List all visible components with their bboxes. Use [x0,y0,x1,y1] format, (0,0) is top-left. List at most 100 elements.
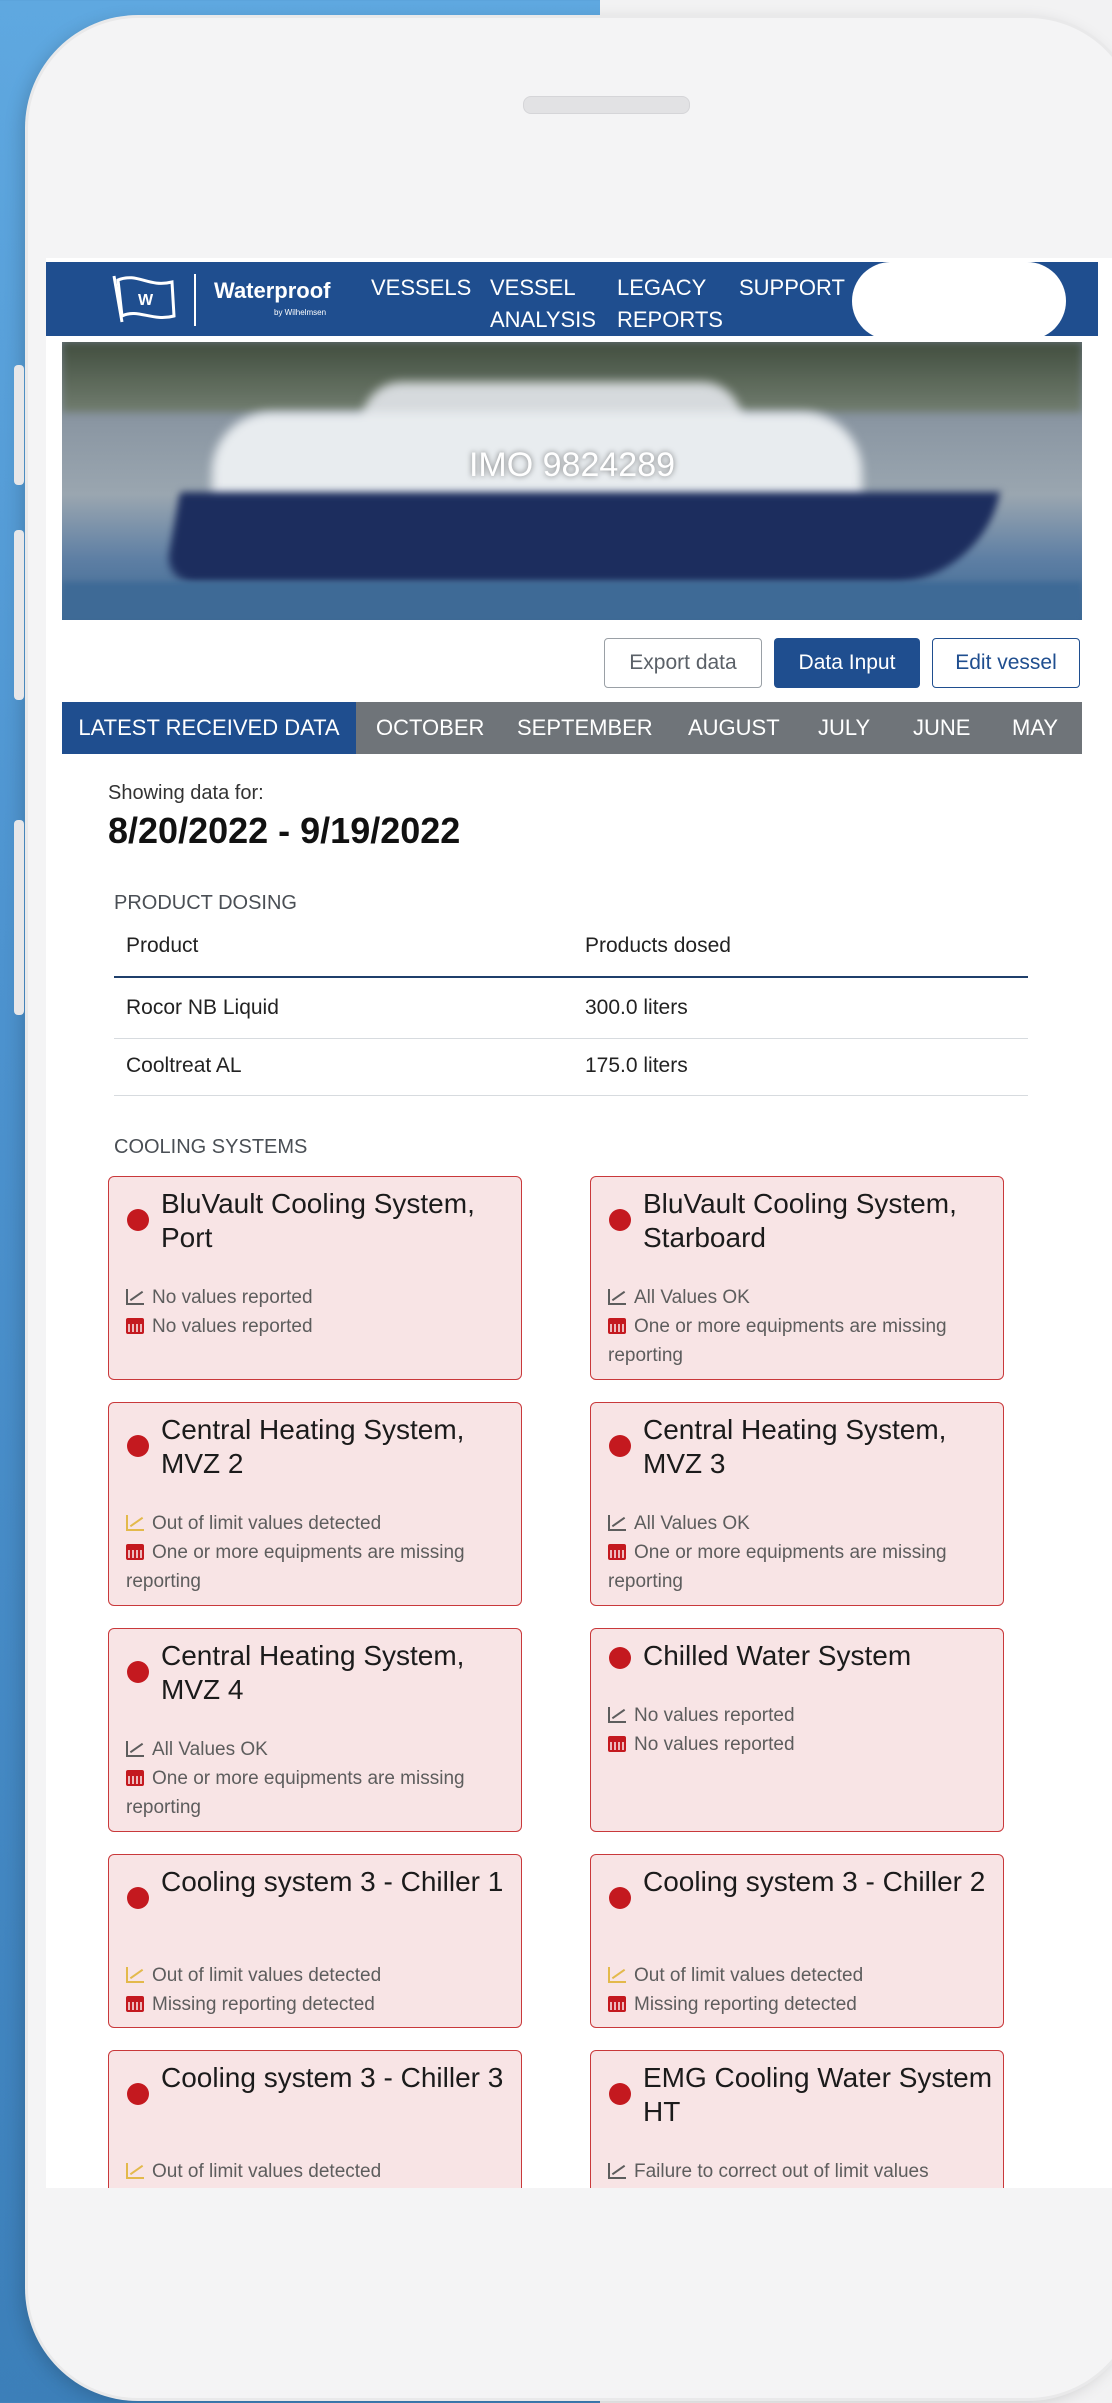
card-reporting-text: No values reported [634,1734,795,1755]
chart-line-warning-icon [126,1515,144,1531]
card-values-status: Out of limit values detected [608,1961,995,1990]
nav-item-legacy-reports[interactable]: LEGACY REPORTS [617,272,723,336]
showing-data-label: Showing data for: [108,782,264,804]
card-title: BluVault Cooling System, Starboard [643,1188,957,1253]
card-title: BluVault Cooling System, Port [161,1188,475,1253]
card-values-text: All Values OK [152,1739,268,1760]
chart-line-warning-icon [126,1967,144,1983]
card-title: Cooling system 3 - Chiller 1 [161,1866,504,1897]
export-data-button[interactable]: Export data [604,638,762,688]
card-reporting-status: One or more equipments are missing repor… [126,1764,513,1822]
calendar-icon [126,1770,144,1786]
chart-line-icon [608,1515,626,1531]
card-title: Cooling system 3 - Chiller 2 [643,1866,986,1897]
table-row-divider [114,1095,1028,1096]
calendar-icon [608,1318,626,1334]
tab-may[interactable]: MAY [1012,702,1058,754]
edit-vessel-button[interactable]: Edit vessel [932,638,1080,688]
cooling-system-card[interactable]: Chilled Water System No values reported … [590,1628,1004,1832]
app-screen: W Waterproof by Wilhelmsen VESSELS VESSE… [46,258,1112,2188]
brand-name[interactable]: Waterproof [214,278,331,304]
tab-august[interactable]: AUGUST [688,702,780,754]
status-dot-icon [127,1661,149,1683]
cooling-system-card[interactable]: Cooling system 3 - Chiller 3 Out of limi… [108,2050,522,2188]
tab-october[interactable]: OCTOBER [376,702,484,754]
card-values-text: Out of limit values detected [634,1965,864,1986]
status-dot-icon [609,1209,631,1231]
user-menu-pill[interactable] [852,262,1066,340]
top-navbar: W Waterproof by Wilhelmsen VESSELS VESSE… [46,262,1098,340]
card-reporting-text: One or more equipments are missing repor… [126,1542,465,1592]
status-dot-icon [127,1887,149,1909]
card-reporting-text: One or more equipments are missing repor… [126,1768,465,1818]
status-dot-icon [609,1647,631,1669]
wilhelmsen-flag-icon[interactable]: W [108,272,178,326]
table-header-divider [114,976,1028,978]
column-header-products-dosed: Products dosed [585,934,731,957]
table-cell-dosed: 175.0 liters [585,1054,688,1077]
table-cell-dosed: 300.0 liters [585,996,688,1019]
card-title: Cooling system 3 - Chiller 3 [161,2062,504,2093]
chart-line-icon [126,1289,144,1305]
vessel-imo-title: IMO 9824289 [468,446,676,484]
chart-line-icon [608,1707,626,1723]
card-reporting-status: No values reported [608,1730,995,1759]
chart-line-icon [126,1741,144,1757]
card-values-status: All Values OK [126,1735,513,1764]
phone-side-button [14,365,24,485]
status-dot-icon [609,2083,631,2105]
card-values-text: Failure to correct out of limit values [634,2161,929,2182]
card-values-status: Out of limit values detected [126,1509,513,1538]
card-reporting-text: Missing reporting detected [152,1994,375,2015]
card-title: Central Heating System, MVZ 4 [161,1640,465,1705]
calendar-icon [608,1736,626,1752]
calendar-icon [608,1544,626,1560]
status-dot-icon [609,1435,631,1457]
product-dosing-title: PRODUCT DOSING [114,892,297,914]
chart-line-warning-icon [126,2163,144,2179]
card-reporting-status: One or more equipments are missing repor… [126,1538,513,1596]
phone-speaker [523,96,690,114]
cooling-systems-title: COOLING SYSTEMS [114,1136,308,1158]
card-values-text: Out of limit values detected [152,2161,382,2182]
phone-side-button [14,820,24,1015]
table-cell-product: Rocor NB Liquid [126,996,279,1019]
tab-june[interactable]: JUNE [913,702,970,754]
ship-hull [164,492,1000,582]
nav-item-vessels[interactable]: VESSELS [371,272,471,304]
cooling-system-card[interactable]: Central Heating System, MVZ 4 All Values… [108,1628,522,1832]
data-input-button[interactable]: Data Input [774,638,920,688]
cooling-system-card[interactable]: BluVault Cooling System, Starboard All V… [590,1176,1004,1380]
cooling-system-card[interactable]: Cooling system 3 - Chiller 1 Out of limi… [108,1854,522,2028]
cooling-system-card[interactable]: Central Heating System, MVZ 3 All Values… [590,1402,1004,1606]
calendar-icon [126,1544,144,1560]
brand-subtitle: by Wilhelmsen [274,308,327,317]
cooling-system-card[interactable]: BluVault Cooling System, Port No values … [108,1176,522,1380]
card-reporting-text: No values reported [152,1316,313,1337]
calendar-icon [608,1996,626,2012]
card-values-text: No values reported [152,1287,313,1308]
tab-september[interactable]: SEPTEMBER [517,702,653,754]
nav-item-support[interactable]: SUPPORT [739,272,845,304]
status-dot-icon [127,1209,149,1231]
cooling-system-card[interactable]: Central Heating System, MVZ 2 Out of lim… [108,1402,522,1606]
card-values-text: All Values OK [634,1513,750,1534]
status-dot-icon [127,2083,149,2105]
nav-item-vessel-analysis[interactable]: VESSEL ANALYSIS [490,272,596,336]
card-title: Central Heating System, MVZ 2 [161,1414,465,1479]
card-reporting-status: One or more equipments are missing repor… [608,1538,995,1596]
status-dot-icon [127,1435,149,1457]
table-row-divider [114,1038,1028,1039]
cooling-system-card[interactable]: EMG Cooling Water System HT Failure to c… [590,2050,1004,2188]
calendar-icon [126,1318,144,1334]
chart-line-icon [608,2163,626,2179]
table-cell-product: Cooltreat AL [126,1054,242,1077]
cooling-system-card[interactable]: Cooling system 3 - Chiller 2 Out of limi… [590,1854,1004,2028]
card-values-status: All Values OK [608,1283,995,1312]
card-reporting-status: No values reported [126,1312,513,1341]
chart-line-icon [608,1289,626,1305]
card-values-status: Failure to correct out of limit values [608,2157,995,2186]
tab-july[interactable]: JULY [818,702,870,754]
card-values-status: All Values OK [608,1509,995,1538]
tab-latest-received-data[interactable]: LATEST RECEIVED DATA [62,702,356,754]
